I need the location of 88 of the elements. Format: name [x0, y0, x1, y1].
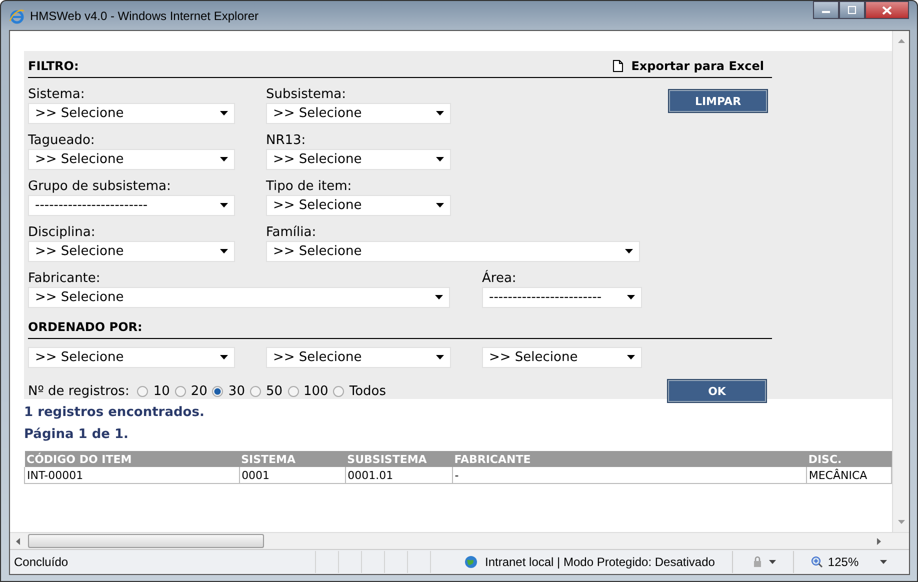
maximize-button[interactable] — [839, 1, 865, 19]
dropdown-arrow-icon — [768, 560, 776, 564]
caret-icon — [436, 157, 444, 162]
browser-logo-icon — [9, 8, 25, 24]
radio-option[interactable]: 10 — [137, 384, 170, 398]
field-label: Sistema: — [28, 87, 86, 103]
dropdown[interactable]: >> Selecione — [266, 103, 451, 124]
page-info: Página 1 de 1. — [24, 427, 130, 443]
field-label: Área: — [482, 271, 518, 287]
close-button[interactable] — [865, 1, 909, 19]
radio-button[interactable] — [137, 386, 148, 396]
field-label: Tagueado: — [28, 133, 96, 149]
dropdown[interactable]: >> Selecione — [28, 347, 235, 368]
field-label: Tipo de item: — [266, 179, 353, 195]
dropdown-arrow-icon — [880, 560, 887, 564]
radio-option[interactable]: 100 — [288, 384, 328, 398]
table-cell: 0001 — [239, 467, 346, 484]
section-title: ORDENADO POR: — [28, 320, 142, 334]
zone-text: Intranet local | Modo Protegido: Desativado — [485, 555, 715, 569]
scroll-thumb[interactable] — [28, 534, 264, 548]
minimize-button[interactable] — [813, 1, 839, 19]
caret-icon — [436, 203, 444, 208]
dropdown[interactable]: >> Selecione — [28, 241, 235, 262]
maximize-icon — [847, 6, 857, 14]
dropdown[interactable]: >> Selecione — [28, 103, 235, 124]
radio-button[interactable] — [333, 386, 344, 396]
radio-button[interactable] — [288, 386, 299, 396]
column-header: SUBSISTEMA — [345, 451, 452, 467]
dropdown[interactable]: >> Selecione — [266, 347, 451, 368]
horizontal-scrollbar[interactable] — [10, 532, 909, 549]
table-cell: 0001.01 — [345, 467, 452, 484]
caret-icon — [627, 355, 635, 360]
section-title: FILTRO: — [28, 59, 79, 73]
column-header: SISTEMA — [239, 451, 346, 467]
caret-icon — [625, 249, 633, 254]
export-link[interactable]: Exportar para Excel — [613, 59, 764, 73]
scroll-down-icon — [898, 520, 904, 524]
dropdown[interactable]: >> Selecione — [28, 287, 450, 308]
column-header: FABRICANTE — [452, 451, 806, 467]
caret-icon — [436, 111, 444, 116]
column-header: DISC. — [806, 451, 892, 467]
caret-icon — [220, 111, 228, 116]
status-text: Concluído — [14, 555, 70, 569]
dropdown[interactable]: >> Selecione — [266, 149, 451, 170]
document-icon — [613, 60, 624, 72]
field-label: Subsistema: — [266, 87, 348, 103]
radio-option[interactable]: Todos — [333, 384, 386, 398]
caret-icon — [627, 295, 635, 300]
caret-icon — [220, 249, 228, 254]
zoom-icon — [810, 556, 823, 568]
records-label: Nº de registros: — [28, 384, 130, 398]
caret-icon — [435, 295, 443, 300]
caret-icon — [220, 203, 228, 208]
field-label: Família: — [266, 225, 318, 241]
table-cell: - — [452, 467, 806, 484]
scroll-up-icon — [898, 39, 904, 43]
radio-option[interactable]: 30 — [212, 384, 245, 398]
radio-button[interactable] — [250, 386, 261, 396]
dropdown[interactable]: >> Selecione — [482, 347, 642, 368]
vertical-scrollbar[interactable] — [892, 31, 909, 532]
column-header: CÓDIGO DO ITEM — [24, 451, 240, 467]
dropdown[interactable]: >> Selecione — [28, 149, 235, 170]
field-label: Grupo de subsistema: — [28, 179, 172, 195]
zoom-level[interactable]: 125% — [828, 555, 859, 569]
table-cell: INT-00001 — [24, 467, 240, 484]
close-icon — [882, 6, 892, 14]
field-label: NR13: — [266, 133, 307, 149]
ok-button[interactable]: OK — [668, 380, 766, 402]
results-count: 1 registros encontrados. — [24, 405, 206, 421]
dropdown[interactable]: >> Selecione — [266, 241, 640, 262]
window-title: HMSWeb v4.0 - Windows Internet Explorer — [30, 8, 259, 22]
caret-icon — [436, 355, 444, 360]
caret-icon — [220, 157, 228, 162]
globe-icon — [464, 555, 478, 569]
dropdown[interactable]: ------------------------ — [28, 195, 235, 216]
dropdown[interactable]: >> Selecione — [266, 195, 451, 216]
scroll-right-icon — [877, 538, 881, 544]
caret-icon — [220, 355, 228, 360]
radio-button[interactable] — [212, 386, 224, 396]
radio-option[interactable]: 20 — [174, 384, 208, 398]
clear-button[interactable]: LIMPAR — [669, 90, 767, 112]
radio-option[interactable]: 50 — [250, 384, 283, 398]
dropdown[interactable]: ------------------------ — [482, 287, 642, 308]
field-label: Disciplina: — [28, 225, 96, 241]
field-label: Fabricante: — [28, 271, 102, 287]
scroll-left-icon — [16, 538, 20, 544]
table-cell: MECÂNICA — [806, 467, 892, 484]
radio-button[interactable] — [174, 386, 186, 396]
